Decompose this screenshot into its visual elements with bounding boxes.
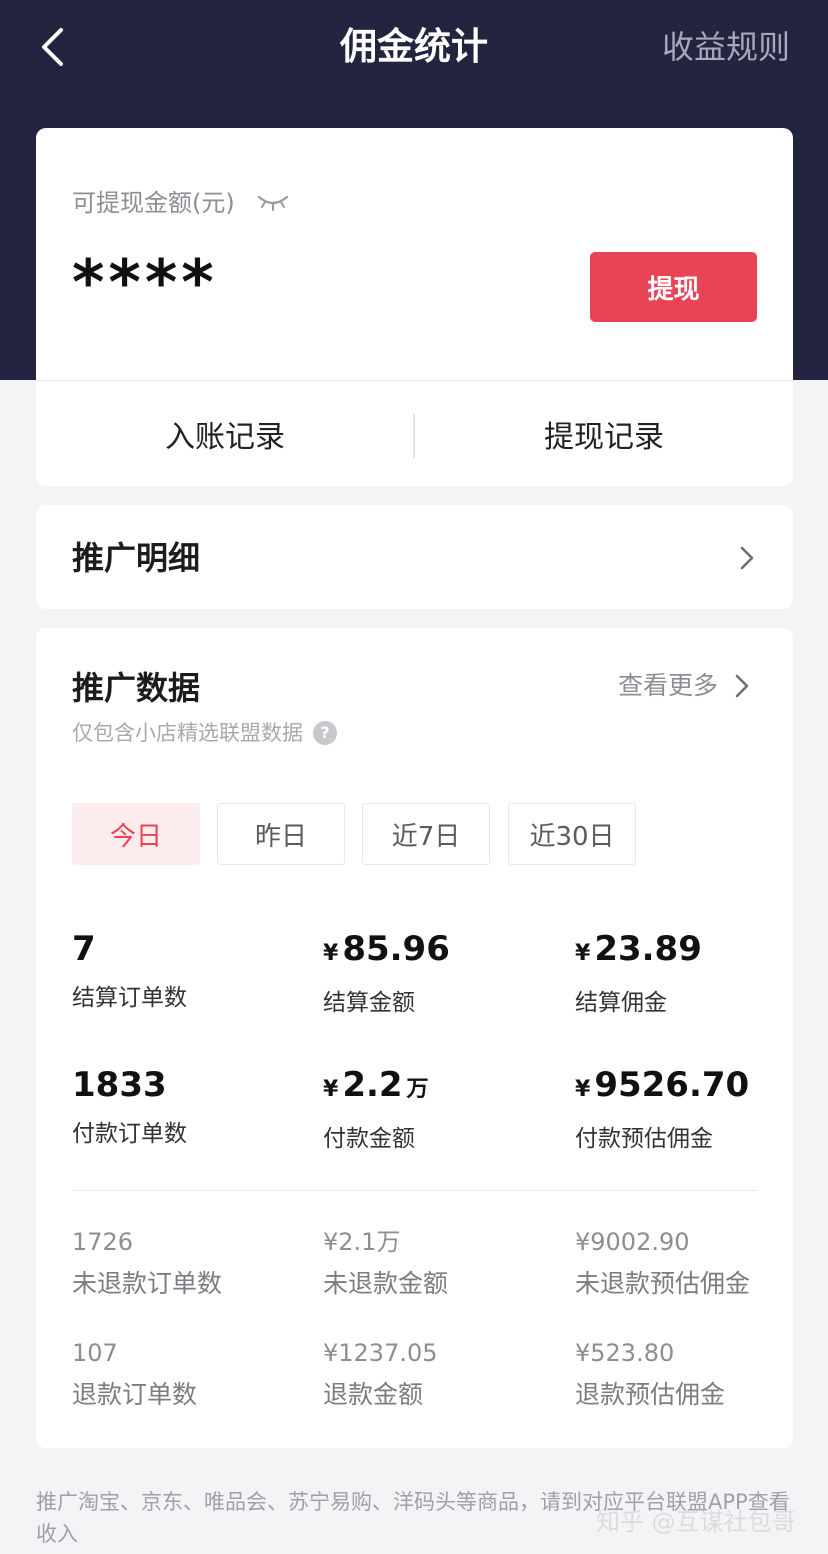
stat-unrefunded-amount: ¥2.1万 未退款金额 [323, 1226, 563, 1300]
tab-last-30-days[interactable]: 近30日 [508, 803, 636, 865]
promotion-data-title: 推广数据 [72, 669, 201, 707]
stat-label: 未退款预估佣金 [575, 1269, 751, 1298]
see-more-label: 查看更多 [618, 671, 719, 700]
stat-value: ¥9002.90 [575, 1228, 690, 1256]
divider [72, 1190, 757, 1191]
stat-label: 退款预估佣金 [575, 1380, 726, 1409]
stat-unrefunded-commission: ¥9002.90 未退款预估佣金 [575, 1226, 815, 1300]
income-records-button[interactable]: 入账记录 [36, 382, 414, 486]
wallet-card: 可提现金额(元) **** 提现 入账记录 提现记录 [36, 128, 793, 486]
balance-label: 可提现金额(元) [72, 189, 235, 217]
stat-label: 退款金额 [323, 1380, 424, 1409]
stat-unrefunded-orders: 1726 未退款订单数 [72, 1226, 312, 1300]
stat-label: 退款订单数 [72, 1380, 198, 1409]
eye-closed-icon[interactable] [257, 194, 289, 212]
balance-label-row: 可提现金额(元) [72, 186, 289, 220]
stat-refunded-amount: ¥1237.05 退款金额 [323, 1337, 563, 1411]
stat-value: 107 [72, 1339, 118, 1367]
back-arrow-icon [42, 28, 63, 66]
chevron-right-icon [739, 545, 755, 571]
stat-paid-estimated-commission: ¥9526.70 付款预估佣金 [575, 1064, 815, 1155]
stat-value: ¥23.89 [575, 929, 702, 969]
data-subtitle: 仅包含小店精选联盟数据 [72, 721, 303, 745]
back-button[interactable] [30, 22, 74, 72]
stat-value: 7 [72, 929, 96, 969]
stat-label: 结算佣金 [575, 990, 667, 1016]
stat-value: ¥85.96 [323, 929, 450, 969]
stat-value: ¥523.80 [575, 1339, 675, 1367]
stat-value: 1833 [72, 1065, 167, 1105]
see-more-link[interactable]: 查看更多 [618, 668, 750, 704]
stat-refunded-orders: 107 退款订单数 [72, 1337, 312, 1411]
withdraw-records-button[interactable]: 提现记录 [415, 382, 793, 486]
stat-label: 未退款订单数 [72, 1269, 223, 1298]
earnings-rules-link[interactable]: 收益规则 [662, 26, 790, 68]
stat-label: 付款订单数 [72, 1121, 187, 1147]
data-subtitle-row: 仅包含小店精选联盟数据 ? [72, 718, 337, 748]
stat-value: ¥9526.70 [575, 1065, 750, 1105]
stat-label: 付款预估佣金 [575, 1126, 713, 1152]
tab-last-7-days[interactable]: 近7日 [362, 803, 490, 865]
stat-value: ¥2.1万 [323, 1228, 401, 1256]
promotion-detail-title: 推广明细 [72, 539, 201, 577]
chevron-right-icon [734, 673, 750, 699]
stat-label: 结算金额 [323, 990, 415, 1016]
stat-settled-amount: ¥85.96 结算金额 [323, 928, 563, 1019]
stat-value: ¥1237.05 [323, 1339, 438, 1367]
tab-yesterday[interactable]: 昨日 [217, 803, 345, 865]
divider [36, 380, 793, 381]
withdraw-button[interactable]: 提现 [590, 252, 757, 322]
tab-today[interactable]: 今日 [72, 803, 200, 865]
stat-refunded-commission: ¥523.80 退款预估佣金 [575, 1337, 815, 1411]
stat-paid-orders: 1833 付款订单数 [72, 1064, 312, 1150]
stat-label: 未退款金额 [323, 1269, 449, 1298]
stat-value: ¥2.2 万 [323, 1065, 429, 1105]
promotion-detail-row[interactable]: 推广明细 [36, 505, 793, 609]
promotion-data-card: 推广数据 查看更多 仅包含小店精选联盟数据 ? 今日 昨日 近7日 近30日 7… [36, 628, 793, 1448]
stat-settled-orders: 7 结算订单数 [72, 928, 312, 1014]
watermark: 知乎 @互谋社包哥 [596, 1508, 796, 1536]
balance-value: **** [72, 246, 218, 319]
stat-settled-commission: ¥23.89 结算佣金 [575, 928, 815, 1019]
help-icon[interactable]: ? [313, 721, 337, 745]
stat-label: 结算订单数 [72, 985, 187, 1011]
stat-paid-amount: ¥2.2 万 付款金额 [323, 1064, 563, 1155]
stat-label: 付款金额 [323, 1126, 415, 1152]
nav-bar: 佣金统计 收益规则 [0, 0, 828, 96]
stat-value: 1726 [72, 1228, 134, 1256]
